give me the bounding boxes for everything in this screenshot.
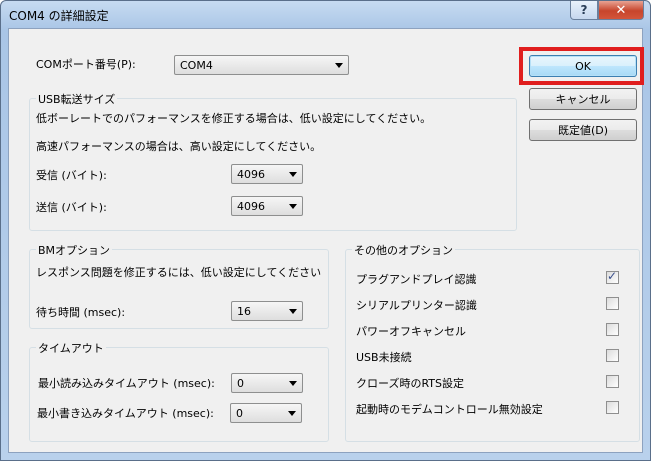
serial-printer-checkbox[interactable] — [606, 297, 619, 310]
read-timeout-select[interactable]: 0 — [231, 373, 303, 393]
timeouts-title: タイムアウト — [36, 340, 106, 356]
latency-label: 待ち時間 (msec): — [36, 306, 126, 319]
chevron-down-icon — [289, 172, 297, 177]
misc-options-group: その他のオプション プラグアンドプレイ認識 ✓ シリアルプリンター認識 パワーオ… — [345, 242, 640, 442]
option-label: USB未接続 — [356, 351, 412, 364]
usb-unplug-checkbox[interactable] — [606, 349, 619, 362]
window-title: COM4 の詳細設定 — [9, 9, 109, 23]
plug-and-play-checkbox[interactable]: ✓ — [606, 269, 619, 284]
close-icon: ✕ — [615, 2, 627, 18]
usb-transfer-group: USB転送サイズ 低ボーレートでのパフォーマンスを修正する場合は、低い設定にして… — [29, 91, 517, 231]
send-size-select[interactable]: 4096 — [231, 196, 303, 216]
write-timeout-select[interactable]: 0 — [230, 403, 302, 423]
bm-options-group: BMオプション レスポンス問題を修正するには、低い設定にしてください 待ち時間 … — [29, 242, 329, 329]
option-label: パワーオフキャンセル — [356, 325, 466, 338]
ok-button-label: OK — [575, 59, 591, 73]
read-timeout-label: 最小読み込みタイムアウト (msec): — [38, 377, 215, 390]
chevron-down-icon — [335, 63, 343, 68]
check-icon: ✓ — [607, 269, 618, 283]
title-bar[interactable]: COM4 の詳細設定 ? ✕ — [1, 1, 650, 28]
help-icon: ? — [580, 3, 588, 17]
chevron-down-icon — [288, 411, 296, 416]
bm-desc: レスポンス問題を修正するには、低い設定にしてください — [36, 266, 322, 279]
latency-select[interactable]: 16 — [231, 301, 303, 321]
disable-modem-ctrl-checkbox[interactable] — [606, 401, 619, 414]
cancel-button-label: キャンセル — [555, 93, 611, 106]
option-label: シリアルプリンター認識 — [356, 299, 477, 312]
chevron-down-icon — [289, 309, 297, 314]
usb-transfer-title: USB転送サイズ — [36, 91, 118, 107]
defaults-button-label: 既定値(D) — [557, 124, 609, 137]
write-timeout-value: 0 — [236, 407, 243, 420]
receive-label: 受信 (バイト): — [36, 169, 107, 182]
close-button[interactable]: ✕ — [598, 1, 644, 20]
defaults-button[interactable]: 既定値(D) — [529, 119, 637, 141]
usb-desc-high: 高速パフォーマンスの場合は、高い設定にしてください。 — [36, 140, 322, 153]
com-port-select[interactable]: COM4 — [174, 55, 349, 75]
option-label: プラグアンドプレイ認識 — [356, 273, 477, 286]
ok-button[interactable]: OK — [529, 55, 637, 77]
dialog-window: COM4 の詳細設定 ? ✕ COMポート番号(P): COM4 OK キャンセ… — [0, 0, 651, 461]
com-port-value: COM4 — [180, 59, 213, 72]
help-button[interactable]: ? — [570, 1, 598, 20]
com-port-label: COMポート番号(P): — [36, 58, 136, 71]
power-off-cancel-checkbox[interactable] — [606, 323, 619, 336]
receive-size-select[interactable]: 4096 — [231, 164, 303, 184]
cancel-button[interactable]: キャンセル — [529, 88, 637, 110]
timeouts-group: タイムアウト 最小読み込みタイムアウト (msec): 0 — [29, 340, 329, 442]
chevron-down-icon — [289, 204, 297, 209]
chevron-down-icon — [289, 381, 297, 386]
rts-on-close-checkbox[interactable] — [606, 375, 619, 388]
write-timeout-label: 最小書き込みタイムアウト (msec): — [37, 407, 214, 420]
misc-options-title: その他のオプション — [352, 242, 455, 258]
bm-options-title: BMオプション — [36, 242, 113, 258]
option-label: クローズ時のRTS設定 — [356, 377, 464, 390]
usb-desc-low: 低ボーレートでのパフォーマンスを修正する場合は、低い設定にしてください。 — [36, 112, 432, 125]
send-label: 送信 (バイト): — [36, 201, 107, 214]
latency-value: 16 — [237, 305, 251, 318]
option-label: 起動時のモデムコントロール無効設定 — [356, 403, 543, 416]
receive-size-value: 4096 — [237, 168, 265, 181]
dialog-body: COMポート番号(P): COM4 OK キャンセル 既定値(D) USB転送サ… — [8, 28, 644, 453]
read-timeout-value: 0 — [237, 377, 244, 390]
send-size-value: 4096 — [237, 200, 265, 213]
